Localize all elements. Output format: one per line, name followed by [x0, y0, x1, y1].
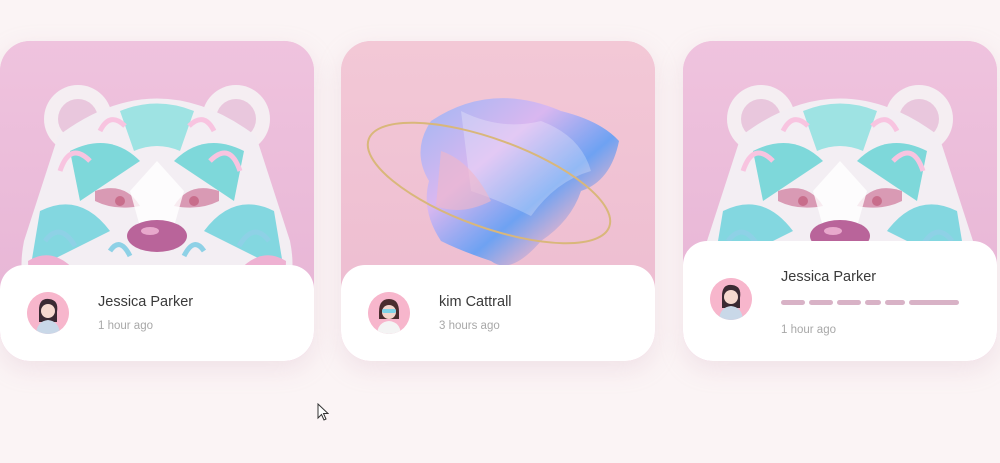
author-name[interactable]: kim Cattrall — [439, 294, 512, 310]
post-time: 3 hours ago — [439, 320, 500, 332]
avatar[interactable] — [710, 278, 752, 320]
author-name[interactable]: Jessica Parker — [98, 294, 193, 310]
user-avatar-icon — [368, 292, 410, 334]
post-card[interactable]: kim Cattrall 3 hours ago — [341, 41, 655, 361]
avatar[interactable] — [368, 292, 410, 334]
page: { "cards": [ { "artwork": "paper-bear-ar… — [0, 0, 1000, 463]
loading-placeholder-bars — [781, 300, 963, 306]
author-name[interactable]: Jessica Parker — [781, 269, 876, 285]
user-avatar-icon — [710, 278, 752, 320]
card-info-panel: Jessica Parker 1 hour ago — [683, 241, 997, 361]
post-time: 1 hour ago — [98, 320, 153, 332]
card-info-panel: kim Cattrall 3 hours ago — [341, 265, 655, 361]
post-card-loading[interactable]: Jessica Parker 1 hour ago — [683, 41, 997, 361]
mouse-cursor-icon — [317, 403, 329, 421]
card-info-panel: Jessica Parker 1 hour ago — [0, 265, 314, 361]
post-time: 1 hour ago — [781, 324, 836, 336]
user-avatar-icon — [27, 292, 69, 334]
post-card[interactable]: Jessica Parker 1 hour ago — [0, 41, 314, 361]
avatar[interactable] — [27, 292, 69, 334]
